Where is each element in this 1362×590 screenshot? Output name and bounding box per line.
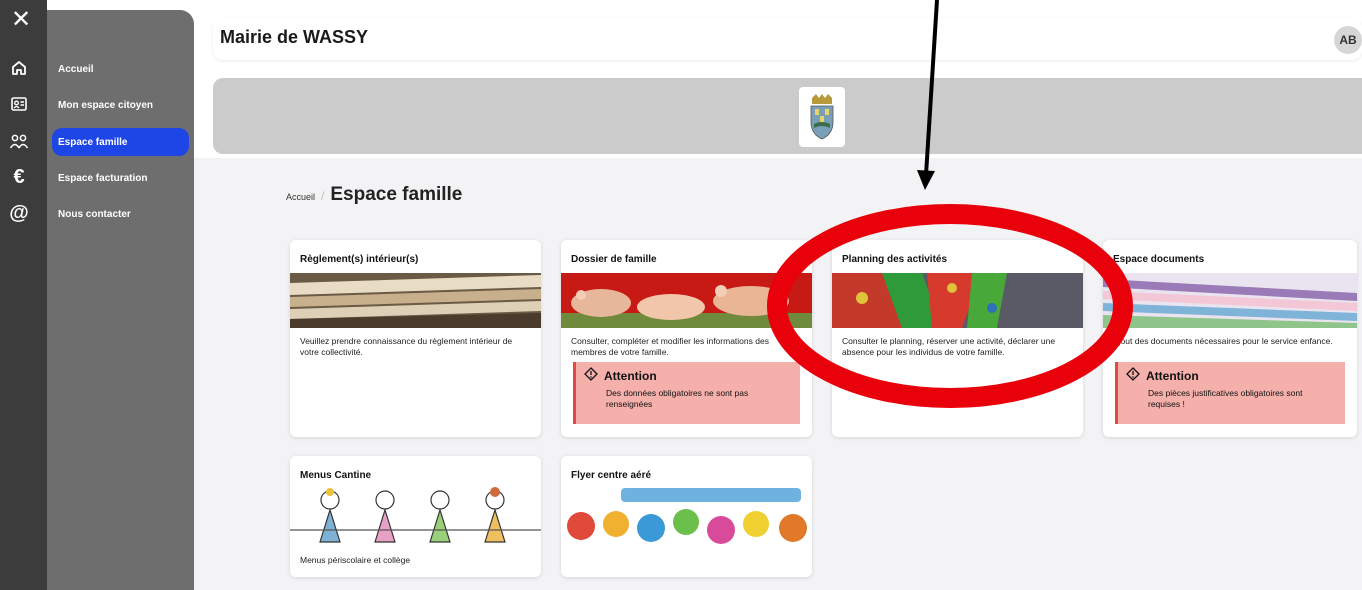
top-bar: Mairie de WASSY AB xyxy=(213,18,1362,60)
id-card-icon[interactable] xyxy=(9,94,29,114)
sidebar-item-espace-citoyen[interactable]: Mon espace citoyen xyxy=(52,91,189,119)
sidebar-item-espace-facturation[interactable]: Espace facturation xyxy=(52,164,189,192)
card-description: Consulter le planning, réserver une acti… xyxy=(842,336,1056,357)
card-reglements[interactable]: Règlement(s) intérieur(s) Veuillez prend… xyxy=(290,240,541,437)
card-flyer-centre-aere[interactable]: Flyer centre aéré xyxy=(561,456,812,577)
home-icon[interactable] xyxy=(9,58,29,78)
card-description: Menus périscolaire et collège xyxy=(300,555,411,565)
card-description: Veuillez prendre connaissance du règleme… xyxy=(300,336,513,357)
app-root: ✕ € @ Accueil Mon espace citoyen Espace … xyxy=(0,0,1362,590)
sidebar-item-accueil[interactable]: Accueil xyxy=(52,55,189,83)
card-title: Règlement(s) intérieur(s) xyxy=(300,254,419,265)
card-title: Espace documents xyxy=(1113,254,1205,265)
card-title: Dossier de famille xyxy=(571,254,657,265)
documents-image xyxy=(1103,273,1357,328)
app-title: Mairie de WASSY xyxy=(220,27,369,47)
family-feet-image xyxy=(561,273,812,328)
card-planning-activites[interactable]: Planning des activités Consulter le plan… xyxy=(832,240,1083,437)
breadcrumb-separator: / xyxy=(321,189,325,203)
page-title: Espace famille xyxy=(330,184,463,205)
people-icon[interactable] xyxy=(9,132,29,152)
alert-box: Attention Des données obligatoires ne so… xyxy=(573,362,800,424)
avatar[interactable]: AB xyxy=(1334,26,1362,54)
warning-icon xyxy=(584,367,598,384)
card-description: Consulter, compléter et modifier les inf… xyxy=(571,336,769,357)
card-menus-cantine[interactable]: Menus Cantine Menus périscolaire et coll… xyxy=(290,456,541,577)
sidebar-item-espace-famille[interactable]: Espace famille xyxy=(52,128,189,156)
sidebar-item-nous-contacter[interactable]: Nous contacter xyxy=(52,200,189,228)
alert-text: Des pièces justificatives obligatoires s… xyxy=(1148,388,1303,409)
breadcrumb: Accueil / Espace famille xyxy=(286,184,462,206)
colorful-hands-image xyxy=(561,486,812,544)
at-icon[interactable]: @ xyxy=(9,202,29,224)
card-description: Ajout des documents nécessaires pour le … xyxy=(1113,336,1333,346)
alert-title: Attention xyxy=(1146,368,1199,383)
children-drawing-image xyxy=(290,486,541,544)
town-crest-logo xyxy=(799,87,845,147)
icon-rail: ✕ € @ xyxy=(0,0,47,590)
warning-icon xyxy=(1126,367,1140,384)
card-title: Flyer centre aéré xyxy=(571,470,652,481)
close-icon[interactable]: ✕ xyxy=(11,8,31,32)
painted-hands-image xyxy=(832,273,1083,328)
alert-box: Attention Des pièces justificatives obli… xyxy=(1115,362,1345,424)
card-title: Planning des activités xyxy=(842,254,948,265)
card-espace-documents[interactable]: Espace documents Ajout des documents néc… xyxy=(1103,240,1357,437)
alert-title: Attention xyxy=(604,368,657,383)
breadcrumb-home-link[interactable]: Accueil xyxy=(286,192,315,202)
banner xyxy=(213,78,1362,154)
alert-text: Des données obligatoires ne sont pas ren… xyxy=(606,388,749,409)
card-title: Menus Cantine xyxy=(300,470,372,481)
euro-icon[interactable]: € xyxy=(9,166,29,188)
books-image xyxy=(290,273,541,328)
card-dossier-famille[interactable]: Dossier de famille Consulter, compléter … xyxy=(561,240,812,437)
